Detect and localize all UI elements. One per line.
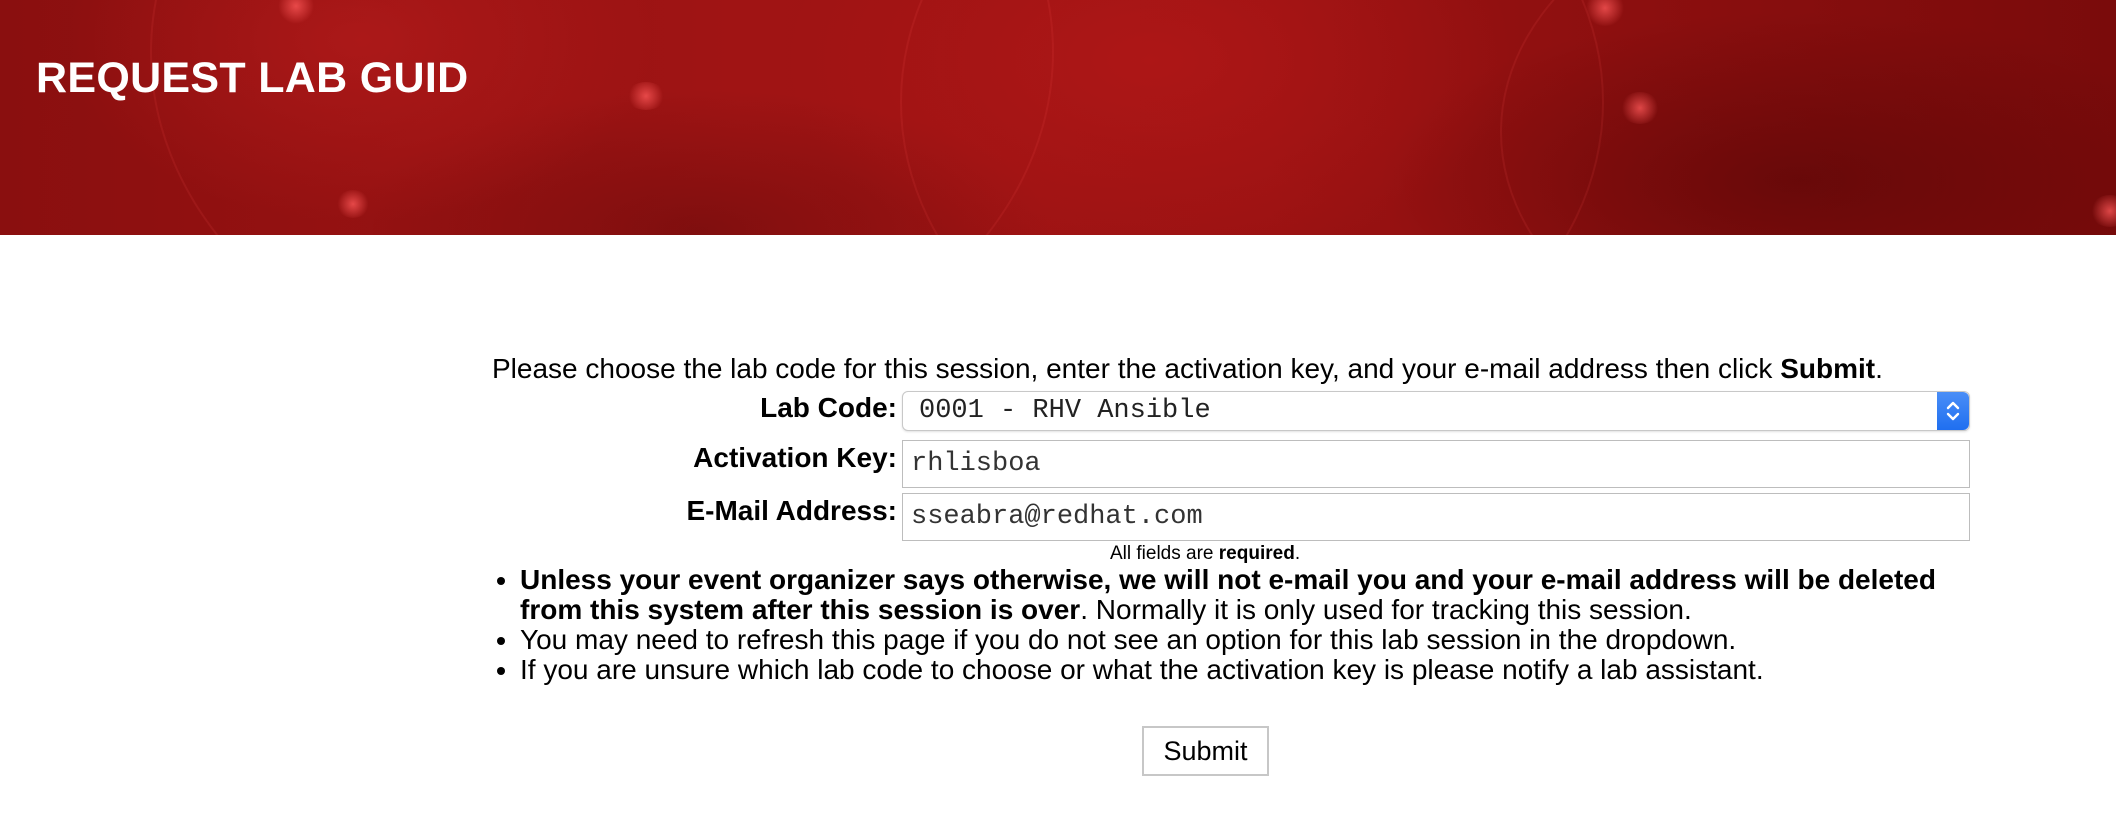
list-item: If you are unsure which lab code to choo…: [520, 655, 1940, 685]
required-note-prefix: All fields are: [1110, 543, 1219, 564]
lab-code-label: Lab Code:: [760, 392, 897, 423]
note-text: . Normally it is only used for tracking …: [1080, 594, 1692, 625]
activation-key-label: Activation Key:: [693, 442, 897, 473]
banner-light-spot: [336, 190, 370, 218]
header-banner: REQUEST LAB GUID: [0, 0, 2116, 235]
instructions-body: Please choose the lab code for this sess…: [492, 353, 1781, 384]
submit-button[interactable]: Submit: [1142, 726, 1269, 776]
activation-key-input[interactable]: [902, 440, 1970, 488]
notes-list: Unless your event organizer says otherwi…: [492, 565, 1940, 685]
email-label: E-Mail Address:: [686, 495, 897, 526]
instructions-end: .: [1875, 353, 1883, 384]
required-fields-note: All fields are required.: [1110, 543, 1300, 565]
required-note-emphasis: required: [1218, 543, 1295, 564]
chevron-up-down-glyph: [1946, 401, 1960, 421]
note-text: If you are unsure which lab code to choo…: [520, 654, 1764, 685]
lab-code-select[interactable]: 0001 - RHV Ansible: [902, 391, 1970, 431]
chevron-up-down-icon[interactable]: [1937, 392, 1969, 430]
banner-swirl: [900, 0, 1604, 235]
list-item: Unless your event organizer says otherwi…: [520, 565, 1940, 625]
note-text: You may need to refresh this page if you…: [520, 624, 1737, 655]
lab-code-selected-value: 0001 - RHV Ansible: [919, 396, 1211, 426]
guid-request-form: Please choose the lab code for this sess…: [0, 235, 2116, 840]
instructions-submit-emphasis: Submit: [1780, 353, 1876, 384]
banner-light-spot: [1620, 92, 1660, 124]
instructions-text: Please choose the lab code for this sess…: [492, 353, 1883, 385]
email-input[interactable]: [902, 493, 1970, 541]
page-title: REQUEST LAB GUID: [36, 54, 469, 102]
required-note-suffix: .: [1294, 543, 1301, 564]
list-item: You may need to refresh this page if you…: [520, 625, 1940, 655]
banner-light-spot: [626, 82, 666, 110]
banner-swirl: [1500, 0, 2116, 235]
